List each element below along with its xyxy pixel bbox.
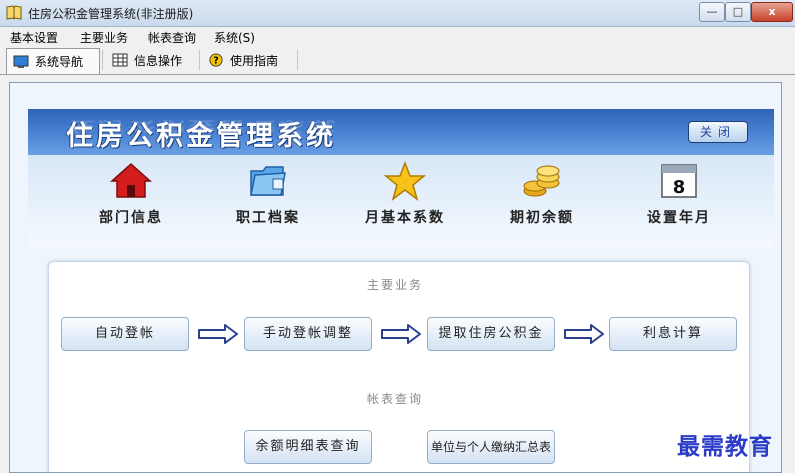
house-icon [110,162,152,198]
menu-system[interactable]: 系统(S) [214,29,255,46]
quick-label: 部门信息 [99,210,163,226]
arrow-right-icon [198,324,238,344]
report-query-title: 帐表查询 [367,392,424,406]
menu-basic-settings[interactable]: 基本设置 [10,29,58,46]
main-business-title: 主要业务 [367,278,424,292]
system-header: 住房公积金管理系统 住房公积金管理系统 关闭 [28,109,774,155]
tab-info-operation[interactable]: 信息操作 [106,48,196,72]
svg-text:?: ? [213,56,219,67]
interest-calculation-button[interactable]: 利息计算 [609,317,737,351]
help-icon: ? [209,53,223,67]
manual-posting-adjust-button[interactable]: 手动登帐调整 [244,317,372,351]
watermark-text: 最需教育 [677,433,773,460]
tab-divider [297,50,298,70]
close-button[interactable]: 关闭 [688,121,748,143]
coins-icon [523,165,560,197]
close-icon: x [768,5,776,18]
navigation-panel: 住房公积金管理系统 住房公积金管理系统 关闭 部门信息 职工档案 月基本系数 期… [9,82,782,473]
star-icon [384,161,426,201]
contribution-summary-button[interactable]: 单位与个人缴纳汇总表 [427,430,555,464]
quick-access-bar: 部门信息 职工档案 月基本系数 期初余额 8 设置年月 [28,155,774,247]
arrow-right-icon [564,324,604,344]
tab-label: 信息操作 [134,53,183,68]
minimize-button[interactable]: — [699,2,725,22]
withdraw-fund-button[interactable]: 提取住房公积金 [427,317,555,351]
calendar-day: 8 [673,177,686,198]
monitor-icon [13,55,29,68]
folder-icon [250,166,286,196]
tab-divider [199,50,200,70]
quick-opening-balance[interactable]: 期初余额 [487,161,597,227]
quick-label: 期初余额 [510,210,574,226]
menu-main-business[interactable]: 主要业务 [80,29,128,46]
title-bar: 住房公积金管理系统(非注册版) — □ x [0,0,795,27]
menu-bar: 基本设置 主要业务 帐表查询 系统(S) [0,27,795,46]
quick-label: 职工档案 [236,210,300,226]
business-panel: 主要业务 自动登帐 手动登帐调整 提取住房公积金 利息计算 帐表查询 余额明细表… [48,261,750,472]
calendar-icon: 8 [661,164,697,198]
tab-system-navigation[interactable]: 系统导航 [6,48,100,74]
quick-monthly-coefficient[interactable]: 月基本系数 [350,161,460,227]
system-title-reflection: 住房公积金管理系统 [68,118,338,134]
maximize-icon: □ [732,5,744,18]
quick-department-info[interactable]: 部门信息 [76,161,186,227]
arrow-right-icon [381,324,421,344]
tab-divider [102,50,103,70]
app-book-icon [6,5,22,20]
quick-label: 设置年月 [647,210,711,226]
grid-icon [112,53,128,67]
close-window-button[interactable]: x [751,2,793,22]
maximize-button[interactable]: □ [725,2,751,22]
quick-set-year-month[interactable]: 8 设置年月 [624,161,734,227]
menu-report-query[interactable]: 帐表查询 [148,29,196,46]
balance-detail-query-button[interactable]: 余额明细表查询 [244,430,372,464]
auto-posting-button[interactable]: 自动登帐 [61,317,189,351]
quick-label: 月基本系数 [365,210,445,226]
tab-bar: 系统导航 信息操作 ? 使用指南 [0,46,795,75]
tab-label: 系统导航 [35,55,84,69]
window-title: 住房公积金管理系统(非注册版) [28,7,194,21]
tab-label: 使用指南 [230,53,279,68]
tab-user-guide[interactable]: ? 使用指南 [202,48,294,72]
minimize-icon: — [706,5,718,18]
quick-employee-records[interactable]: 职工档案 [213,161,323,227]
